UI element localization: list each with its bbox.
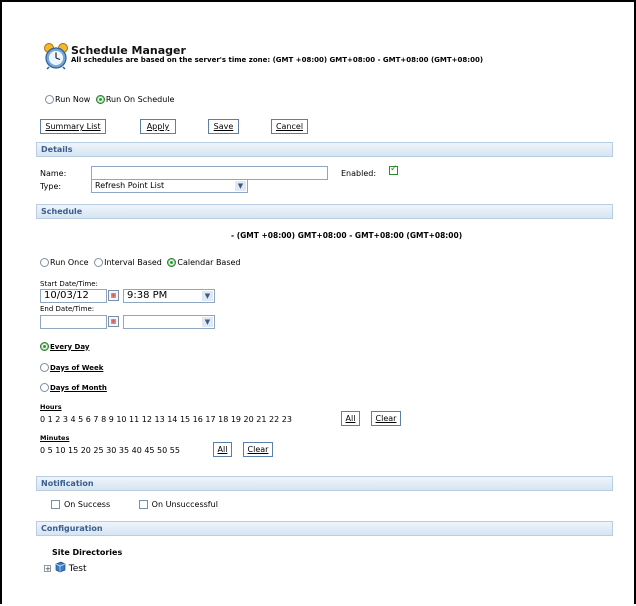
run-once-radio[interactable]: [40, 258, 49, 267]
expand-icon[interactable]: +: [44, 565, 51, 573]
days-of-month-radio[interactable]: [40, 383, 49, 392]
run-now-radio[interactable]: [45, 95, 54, 104]
type-select[interactable]: Refresh Point List ▼: [91, 179, 248, 193]
chevron-down-icon: ▼: [235, 181, 246, 191]
alarm-clock-icon: [42, 42, 70, 70]
interval-based-radio[interactable]: [94, 258, 104, 267]
days-of-week-label[interactable]: Days of Week: [50, 364, 103, 372]
recurrence-days-of-month: Days of Month: [40, 383, 110, 392]
run-once-label: Run Once: [50, 258, 89, 267]
site-directories-title: Site Directories: [52, 548, 123, 557]
notification-section-header[interactable]: Notification: [36, 476, 613, 491]
start-time-value: 9:38 PM: [127, 290, 168, 301]
enabled-label: Enabled:: [341, 169, 377, 178]
schedule-timezone: - (GMT +08:00) GMT+08:00 - GMT+08:00 (GM…: [231, 231, 463, 240]
name-label: Name:: [40, 169, 67, 178]
end-datetime-label: End Date/Time:: [40, 305, 95, 313]
hours-all-button[interactable]: All: [341, 411, 360, 426]
interval-based-label: Interval Based: [104, 258, 162, 267]
run-mode-group: Run Now Run On Schedule: [45, 95, 177, 104]
run-on-schedule-label: Run On Schedule: [105, 95, 175, 104]
on-unsuccessful-label: On Unsuccessful: [151, 500, 218, 509]
tree-item-test[interactable]: + Test: [44, 561, 86, 576]
name-input[interactable]: [91, 166, 328, 180]
minutes-all-button[interactable]: All: [213, 442, 232, 457]
enabled-checkbox[interactable]: [389, 164, 398, 175]
start-calendar-icon[interactable]: ▦: [108, 290, 119, 301]
configuration-section-header[interactable]: Configuration: [36, 521, 613, 536]
hours-values[interactable]: 0 1 2 3 4 5 6 7 8 9 10 11 12 13 14 15 16…: [40, 415, 292, 424]
every-day-radio[interactable]: [40, 342, 49, 351]
start-date-input[interactable]: 10/03/12: [40, 289, 107, 303]
minutes-values[interactable]: 0 5 10 15 20 25 30 35 40 45 50 55: [40, 446, 180, 455]
minutes-clear-button[interactable]: Clear: [243, 442, 273, 457]
recurrence-every-day: Every Day: [40, 342, 92, 351]
schedule-section-header[interactable]: Schedule: [36, 204, 613, 219]
chevron-down-icon: ▼: [202, 317, 213, 327]
timezone-note: All schedules are based on the server's …: [71, 56, 484, 64]
calendar-based-label: Calendar Based: [177, 258, 241, 267]
days-of-week-radio[interactable]: [40, 363, 49, 372]
on-unsuccessful-checkbox[interactable]: [138, 500, 148, 509]
details-section-header[interactable]: Details: [36, 142, 613, 157]
calendar-based-radio[interactable]: [167, 258, 177, 267]
every-day-label[interactable]: Every Day: [50, 343, 89, 351]
recurrence-days-of-week: Days of Week: [40, 363, 106, 372]
summary-list-button[interactable]: Summary List: [40, 119, 106, 134]
days-of-month-label[interactable]: Days of Month: [50, 384, 107, 392]
on-success-checkbox[interactable]: [51, 500, 60, 509]
hours-label[interactable]: Hours: [40, 403, 62, 411]
end-calendar-icon[interactable]: ▦: [108, 316, 119, 327]
schedule-mode-group: Run Once Interval Based Calendar Based: [40, 258, 244, 267]
minutes-label[interactable]: Minutes: [40, 434, 69, 442]
type-label: Type:: [40, 182, 62, 191]
start-datetime-label: Start Date/Time:: [40, 280, 98, 288]
notification-options: On Success On Unsuccessful: [51, 500, 221, 509]
hours-clear-button[interactable]: Clear: [371, 411, 401, 426]
tree-item-label: Test: [68, 564, 87, 574]
apply-button[interactable]: Apply: [140, 119, 176, 134]
server-icon: [54, 561, 66, 576]
run-now-label: Run Now: [55, 95, 91, 104]
end-time-select[interactable]: ▼: [123, 315, 215, 329]
end-date-input[interactable]: [40, 315, 107, 329]
chevron-down-icon: ▼: [202, 291, 213, 301]
type-select-value: Refresh Point List: [95, 181, 165, 190]
start-time-select[interactable]: 9:38 PM ▼: [123, 289, 215, 303]
run-on-schedule-radio[interactable]: [95, 95, 105, 104]
on-success-label: On Success: [64, 500, 111, 509]
save-button[interactable]: Save: [208, 119, 239, 134]
cancel-button[interactable]: Cancel: [271, 119, 308, 134]
